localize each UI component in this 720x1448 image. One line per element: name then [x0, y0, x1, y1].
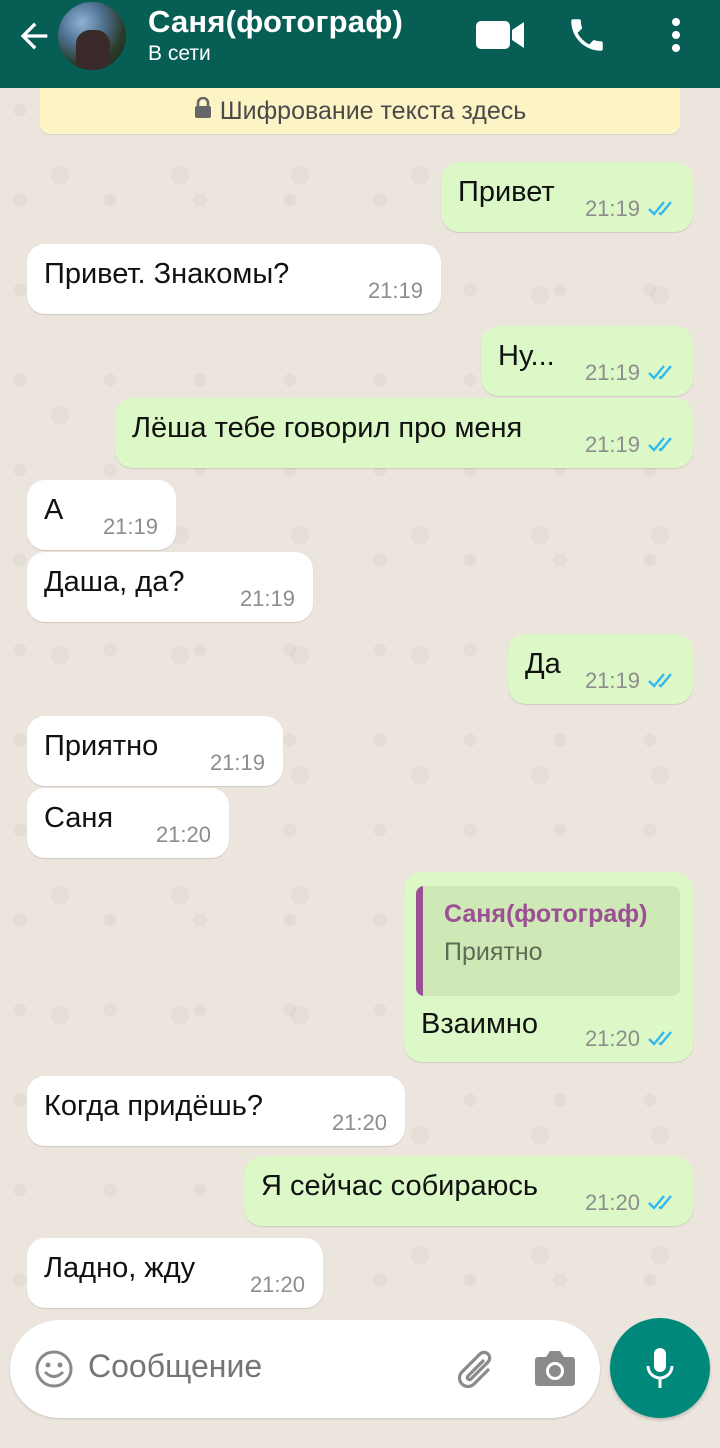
quoted-message[interactable]: Саня(фотограф) Приятно	[416, 886, 680, 996]
message-time: 21:19	[584, 196, 640, 221]
message-input[interactable]	[88, 1348, 428, 1385]
message-in[interactable]: Когда придёшь? 21:20	[27, 1076, 405, 1146]
message-text: Ладно, жду	[44, 1252, 196, 1284]
message-time: 21:19	[102, 514, 158, 539]
message-text: Ну...	[498, 340, 555, 372]
quote-author: Саня(фотограф)	[444, 900, 648, 928]
message-text: Приятно	[44, 730, 159, 762]
message-in[interactable]: Саня 21:20	[27, 788, 229, 858]
more-vert-icon[interactable]	[664, 14, 688, 56]
message-text: Привет	[458, 176, 555, 208]
read-ticks-icon	[648, 365, 672, 380]
phone-icon[interactable]	[566, 14, 608, 56]
message-out[interactable]: Да 21:19	[508, 634, 693, 704]
message-text: Да	[525, 648, 561, 680]
message-out[interactable]: Ну... 21:19	[481, 326, 693, 396]
message-time: 21:20	[331, 1110, 387, 1135]
camera-icon[interactable]	[532, 1348, 578, 1388]
message-in[interactable]: Даша, да? 21:19	[27, 552, 313, 622]
message-in[interactable]: Приятно 21:19	[27, 716, 283, 786]
read-ticks-icon	[648, 673, 672, 688]
message-text: Привет. Знакомы?	[44, 258, 290, 290]
message-time: 21:19	[239, 586, 295, 611]
lock-icon	[194, 97, 211, 118]
message-text: А	[44, 494, 64, 526]
message-out[interactable]: Я сейчас собираюсь 21:20	[244, 1156, 693, 1226]
message-text: Даша, да?	[44, 566, 185, 598]
attach-icon[interactable]	[454, 1344, 500, 1394]
message-in[interactable]: Ладно, жду 21:20	[27, 1238, 323, 1308]
message-time: 21:19	[584, 360, 640, 385]
voice-record-button[interactable]	[610, 1318, 710, 1418]
message-in[interactable]: А 21:19	[27, 480, 176, 550]
message-in[interactable]: Привет. Знакомы? 21:19	[27, 244, 441, 314]
message-text: Я сейчас собираюсь	[261, 1170, 539, 1202]
message-text: Взаимно	[421, 1008, 539, 1040]
message-out-reply[interactable]: Саня(фотограф) Приятно Взаимно 21:20	[404, 872, 693, 1062]
encryption-notice[interactable]: Шифрование текста здесь	[40, 88, 680, 134]
message-text: Саня	[44, 802, 114, 834]
chat-header: Саня(фотограф) В сети	[0, 0, 720, 88]
message-time: 21:19	[209, 750, 265, 775]
avatar[interactable]	[58, 2, 126, 70]
emoji-icon[interactable]	[34, 1349, 74, 1389]
message-out[interactable]: Привет 21:19	[441, 162, 693, 232]
back-arrow-icon[interactable]	[14, 16, 54, 56]
read-ticks-icon	[648, 1195, 672, 1210]
contact-status: В сети	[148, 42, 211, 65]
video-call-icon[interactable]	[474, 18, 526, 52]
read-ticks-icon	[648, 437, 672, 452]
message-text: Когда придёшь?	[44, 1090, 263, 1122]
read-ticks-icon	[648, 1031, 672, 1046]
quote-text: Приятно	[444, 938, 543, 966]
message-time: 21:19	[367, 278, 423, 303]
message-time: 21:20	[584, 1026, 640, 1051]
message-time: 21:19	[584, 432, 640, 457]
contact-name[interactable]: Саня(фотограф)	[148, 4, 403, 40]
message-time: 21:20	[249, 1272, 305, 1297]
quote-accent-bar	[416, 886, 423, 996]
message-time: 21:19	[584, 668, 640, 693]
message-text: Лёша тебе говорил про меня	[132, 412, 523, 444]
message-out[interactable]: Лёша тебе говорил про меня 21:19	[115, 398, 693, 468]
mic-icon	[646, 1348, 674, 1388]
message-time: 21:20	[584, 1190, 640, 1215]
message-time: 21:20	[155, 822, 211, 847]
read-ticks-icon	[648, 201, 672, 216]
encryption-notice-text: Шифрование текста здесь	[219, 96, 527, 125]
message-composer	[10, 1320, 600, 1418]
